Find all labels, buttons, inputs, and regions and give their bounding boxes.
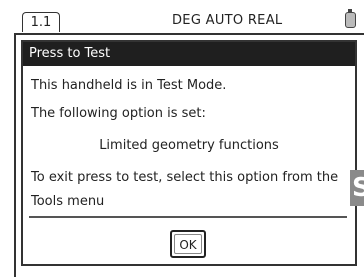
document-frame-top (14, 33, 364, 35)
ok-button[interactable]: OK (170, 230, 206, 258)
page-tab[interactable]: 1.1 (22, 12, 60, 32)
dialog-divider (29, 216, 347, 218)
calculator-screen: 1.1 DEG AUTO REAL Press to Test This han… (0, 0, 364, 277)
restriction-option: Limited geometry functions (99, 138, 279, 153)
option-intro-message: The following option is set: (31, 106, 206, 121)
ok-button-label: OK (174, 234, 202, 254)
status-bar: 1.1 DEG AUTO REAL (0, 0, 364, 36)
battery-icon (345, 9, 356, 28)
document-frame-left (14, 33, 16, 277)
exit-instructions-line1: To exit press to test, select this optio… (31, 170, 339, 185)
press-to-test-dialog: Press to Test This handheld is in Test M… (21, 40, 357, 266)
exit-instructions-line2: Tools menu (31, 194, 105, 209)
mode-status: DEG AUTO REAL (172, 13, 283, 28)
edge-letter-badge: S (350, 170, 364, 206)
test-mode-message: This handheld is in Test Mode. (31, 78, 227, 93)
dialog-title: Press to Test (23, 42, 355, 66)
